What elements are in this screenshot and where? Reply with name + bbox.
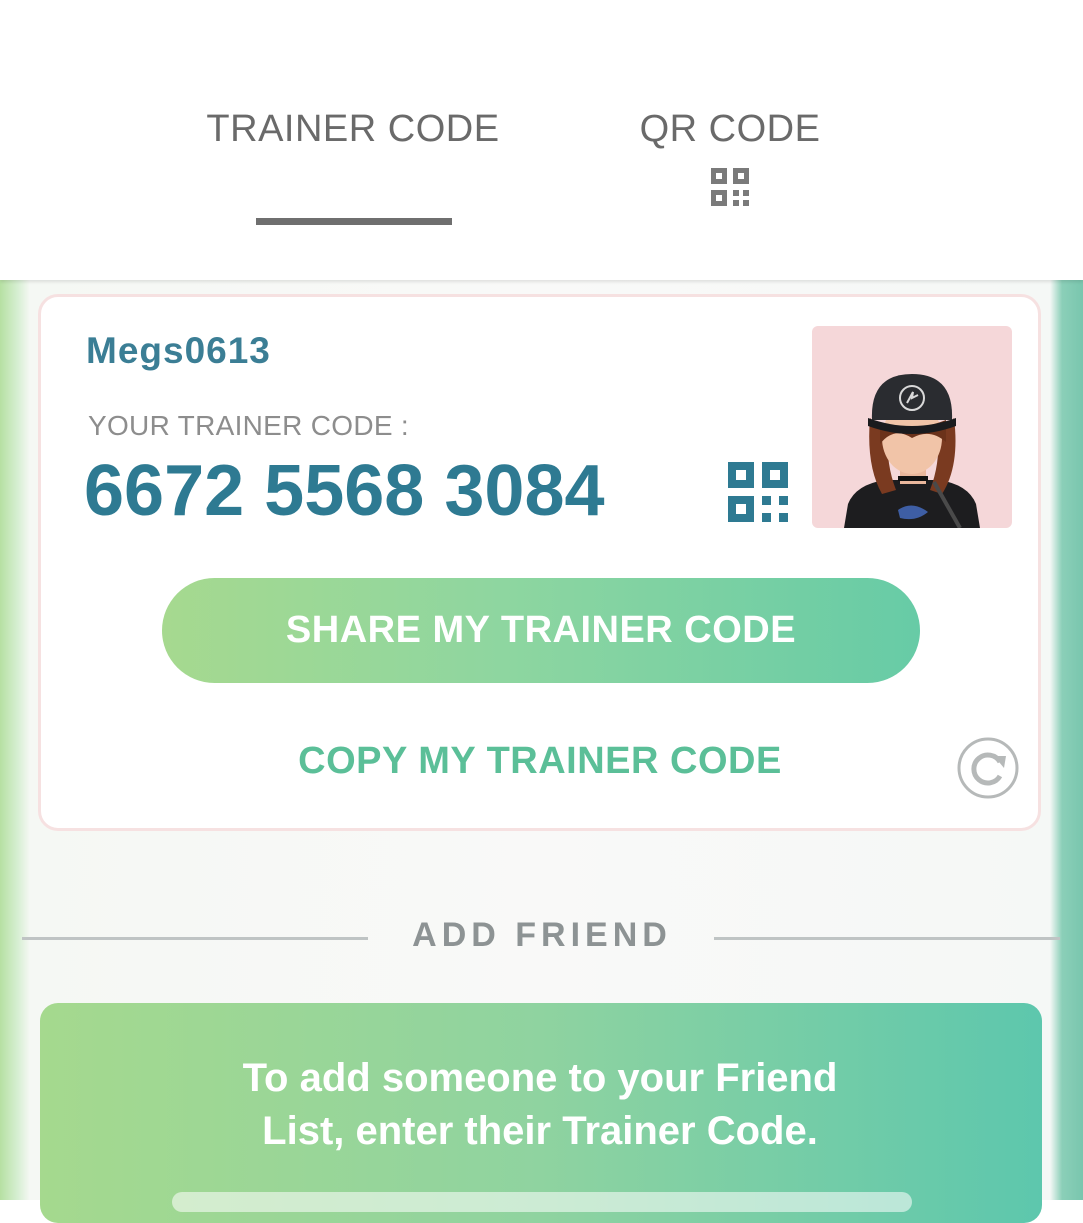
qr-code-icon[interactable] <box>711 168 749 206</box>
add-friend-instructions: To add someone to your Friend List, ente… <box>180 1052 900 1158</box>
add-friend-heading: ADD FRIEND <box>412 916 672 954</box>
copy-trainer-code-link[interactable]: COPY MY TRAINER CODE <box>260 740 820 796</box>
avatar-figure <box>844 374 980 528</box>
tab-qr-code[interactable]: QR CODE <box>600 108 860 168</box>
trainer-avatar <box>812 326 1012 528</box>
instructions-line-2: List, enter their Trainer Code. <box>262 1109 818 1153</box>
refresh-icon[interactable] <box>956 736 1020 800</box>
divider-line-right <box>714 937 1060 940</box>
share-trainer-code-button[interactable]: SHARE MY TRAINER CODE <box>162 578 920 683</box>
tab-bar: TRAINER CODE QR CODE <box>0 0 1083 280</box>
instructions-line-1: To add someone to your Friend <box>242 1056 838 1100</box>
trainer-code-value: 6672 5568 3084 <box>84 451 605 531</box>
active-tab-indicator <box>256 218 452 225</box>
tab-trainer-code[interactable]: TRAINER CODE <box>170 108 536 168</box>
trainer-username: Megs0613 <box>86 330 271 371</box>
share-button-label: SHARE MY TRAINER CODE <box>285 609 797 651</box>
trainer-code-label: YOUR TRAINER CODE : <box>88 410 410 441</box>
divider-line-left <box>22 937 368 940</box>
qr-code-icon[interactable] <box>728 462 788 522</box>
trainer-code-input[interactable] <box>172 1192 912 1212</box>
